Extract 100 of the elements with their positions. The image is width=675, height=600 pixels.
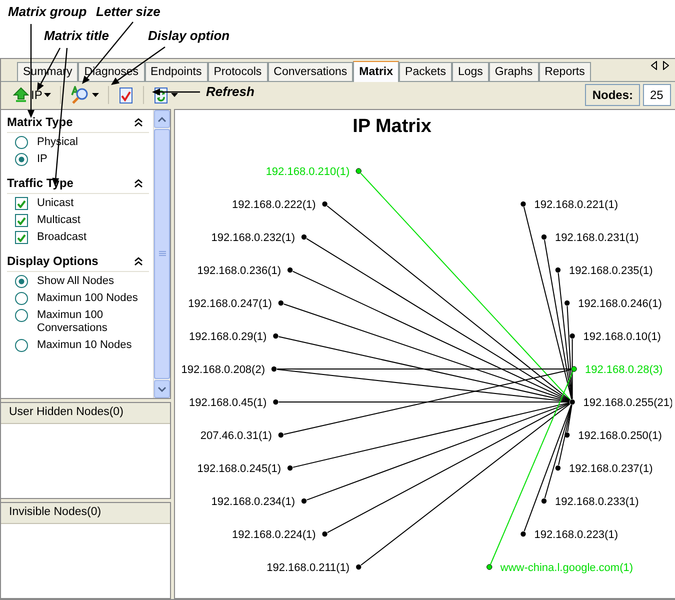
caret-icon bbox=[92, 93, 100, 97]
node-label: 192.168.0.237(1) bbox=[568, 463, 653, 475]
node-label: 192.168.0.246(1) bbox=[578, 298, 662, 310]
node-label: 192.168.0.232(1) bbox=[211, 232, 295, 244]
node-label: 207.46.0.31(1) bbox=[200, 430, 272, 442]
scroll-right-icon[interactable] bbox=[663, 61, 669, 70]
checkbox[interactable] bbox=[15, 214, 28, 227]
checkbox[interactable] bbox=[15, 197, 28, 210]
tab[interactable]: Packets bbox=[399, 62, 452, 81]
matrix-group-dropdown[interactable]: IP bbox=[11, 84, 54, 106]
node-label: 192.168.0.233(1) bbox=[555, 496, 639, 508]
option-label: Maximun 10 Nodes bbox=[37, 339, 133, 352]
option-label: IP bbox=[37, 153, 48, 166]
node-dot[interactable] bbox=[322, 531, 328, 537]
node-dot[interactable] bbox=[570, 399, 575, 405]
caret-icon bbox=[44, 93, 52, 97]
node-label: 192.168.0.29(1) bbox=[189, 331, 267, 343]
node-dot[interactable] bbox=[278, 432, 284, 438]
node-dot[interactable] bbox=[564, 300, 570, 306]
node-dot[interactable] bbox=[555, 267, 561, 273]
up-arrow-icon bbox=[13, 87, 29, 103]
node-label: 192.168.0.250(1) bbox=[578, 430, 662, 442]
node-label: 192.168.0.222(1) bbox=[232, 199, 316, 211]
node-label: 192.168.0.234(1) bbox=[211, 496, 295, 508]
node-label: 192.168.0.28(3) bbox=[585, 364, 663, 376]
node-label: 192.168.0.211(1) bbox=[266, 562, 350, 574]
scroll-down-icon[interactable] bbox=[158, 386, 166, 392]
nodes-count-field[interactable]: 25 bbox=[643, 84, 671, 106]
node-dot[interactable] bbox=[486, 564, 492, 570]
caret-icon bbox=[171, 93, 178, 97]
node-label: 192.168.0.210(1) bbox=[266, 166, 350, 178]
node-dot[interactable] bbox=[301, 234, 307, 240]
tab[interactable]: Logs bbox=[452, 62, 489, 81]
node-label: 192.168.0.236(1) bbox=[197, 265, 282, 277]
node-label: 192.168.0.223(1) bbox=[534, 529, 618, 541]
annotation-label: Matrix title bbox=[44, 28, 110, 43]
list-header: User Hidden Nodes(0) bbox=[1, 403, 170, 424]
annotation-arrow bbox=[152, 88, 200, 96]
node-dot[interactable] bbox=[564, 432, 570, 438]
node-dot[interactable] bbox=[278, 300, 284, 306]
node-dot[interactable] bbox=[301, 498, 307, 504]
node-label: 192.168.0.221(1) bbox=[534, 199, 618, 211]
option-label: Multicast bbox=[37, 214, 82, 227]
node-label: 192.168.0.231(1) bbox=[555, 232, 639, 244]
tab[interactable]: Graphs bbox=[488, 62, 539, 81]
radio-button[interactable] bbox=[15, 275, 28, 288]
option-label: Show All Nodes bbox=[37, 275, 116, 288]
node-label: 192.168.0.247(1) bbox=[188, 298, 272, 310]
node-dot[interactable] bbox=[571, 366, 577, 372]
collapse-icon[interactable] bbox=[134, 118, 143, 126]
annotation-label: Matrix group bbox=[8, 4, 87, 19]
node-dot[interactable] bbox=[273, 333, 278, 339]
radio-button[interactable] bbox=[15, 292, 28, 305]
node-label: 192.168.0.224(1) bbox=[232, 529, 316, 541]
tab[interactable]: Matrix bbox=[353, 61, 400, 82]
node-label: www-china.l.google.com(1) bbox=[500, 562, 634, 574]
magnifier-icon bbox=[70, 86, 90, 104]
node-dot[interactable] bbox=[287, 267, 293, 273]
radio-button[interactable] bbox=[15, 153, 28, 166]
node-dot[interactable] bbox=[520, 531, 526, 537]
tab[interactable]: Conversations bbox=[268, 62, 354, 81]
document-check-icon bbox=[118, 86, 134, 104]
option-label: Maximun 100 Nodes bbox=[37, 292, 139, 305]
node-label: 192.168.0.208(2) bbox=[181, 364, 265, 376]
option-label: Broadcast bbox=[37, 231, 88, 244]
radio-button[interactable] bbox=[15, 136, 28, 149]
node-dot[interactable] bbox=[570, 333, 575, 339]
node-dot[interactable] bbox=[271, 366, 277, 372]
collapse-icon[interactable] bbox=[134, 256, 143, 266]
node-dot[interactable] bbox=[555, 465, 561, 471]
option-label: Maximun 100 Conversations bbox=[37, 309, 108, 335]
matrix-title: IP Matrix bbox=[352, 116, 432, 137]
scroll-up-icon[interactable] bbox=[158, 116, 166, 122]
node-dot[interactable] bbox=[287, 465, 293, 471]
scrollbar[interactable] bbox=[153, 110, 170, 398]
node-dot[interactable] bbox=[541, 234, 547, 240]
node-label: 192.168.0.10(1) bbox=[583, 331, 661, 343]
node-dot[interactable] bbox=[520, 201, 526, 207]
node-dot[interactable] bbox=[273, 399, 278, 405]
tab[interactable]: Reports bbox=[538, 62, 591, 81]
collapse-icon[interactable] bbox=[134, 178, 143, 188]
node-dot[interactable] bbox=[541, 498, 547, 504]
tab[interactable]: Protocols bbox=[208, 62, 268, 81]
annotation-label: Dislay option bbox=[148, 28, 230, 43]
annotation-label: Letter size bbox=[96, 4, 160, 19]
list-header: Invisible Nodes(0) bbox=[1, 503, 170, 524]
node-dot[interactable] bbox=[322, 201, 328, 207]
node-label: 192.168.0.245(1) bbox=[197, 463, 282, 475]
node-label: 192.168.0.235(1) bbox=[568, 265, 653, 277]
nodes-label: Nodes: bbox=[585, 84, 640, 106]
radio-button[interactable] bbox=[15, 339, 28, 352]
node-dot[interactable] bbox=[356, 168, 362, 174]
radio-button[interactable] bbox=[15, 309, 28, 322]
node-dot[interactable] bbox=[356, 564, 362, 570]
checkbox[interactable] bbox=[15, 231, 28, 244]
scroll-left-icon[interactable] bbox=[651, 61, 657, 70]
option-label: Unicast bbox=[37, 197, 75, 210]
node-label: 192.168.0.45(1) bbox=[189, 397, 267, 409]
tab[interactable]: Endpoints bbox=[144, 62, 208, 81]
section-title: Display Options bbox=[7, 254, 98, 268]
